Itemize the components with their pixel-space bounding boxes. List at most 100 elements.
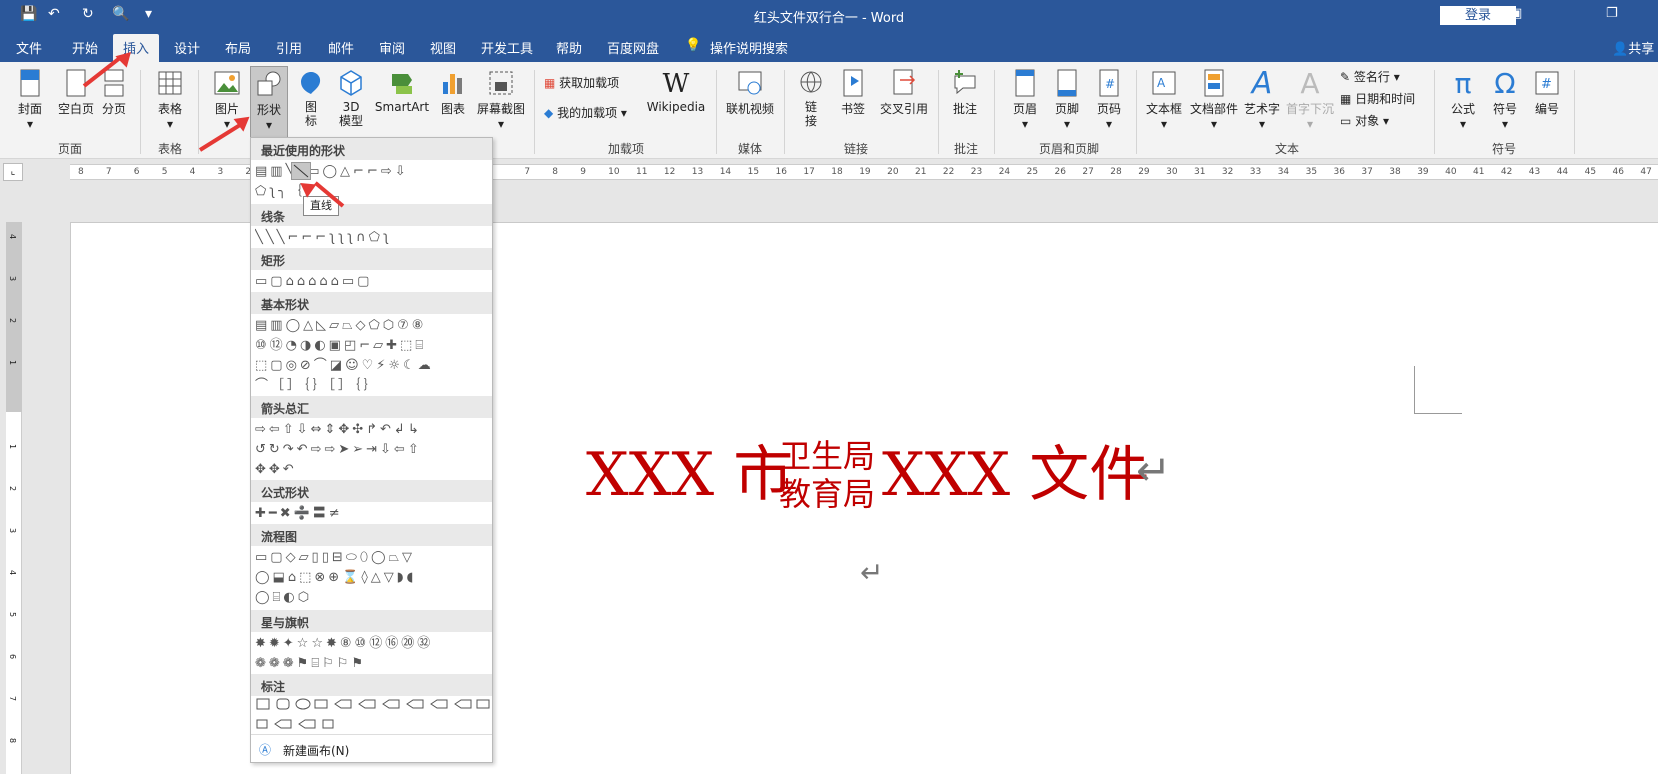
shapes-button[interactable]: 形状 ▾ [250, 66, 288, 138]
chart-button[interactable]: 图表 [436, 68, 470, 117]
shape-row[interactable]: ▭▢⌂⌂⌂⌂⌂▭▢ [255, 272, 491, 292]
globe-link-icon [800, 71, 822, 93]
svg-text:A: A [1157, 76, 1166, 90]
vertical-ruler[interactable]: 4 3 2 1 1 2 3 4 5 6 7 8 [6, 222, 22, 774]
cover-page-button[interactable]: 封面 ▾ [14, 68, 46, 131]
shape-row[interactable]: ⑩⑫◔◑◐▣◰⌐▱✚⬚⌸ [255, 336, 491, 356]
ruler-tick-label: 32 [1221, 167, 1234, 177]
quick-parts-button[interactable]: 文档部件 ▾ [1188, 68, 1240, 131]
tab-references[interactable]: 引用 [276, 38, 302, 57]
tab-selector[interactable]: ⌞ [3, 163, 23, 181]
tab-home[interactable]: 开始 [72, 38, 98, 57]
link-button[interactable]: 链 接 [796, 68, 826, 128]
shape-row[interactable] [255, 696, 491, 739]
tab-developer[interactable]: 开发工具 [481, 38, 533, 57]
new-canvas-button[interactable]: Ⓐ 新建画布(N) [251, 734, 492, 762]
bar-chart-icon [443, 74, 462, 94]
combined-two-lines: 卫生局 教育局 [779, 437, 875, 513]
3d-model-button[interactable]: 3D 模型 [336, 68, 366, 128]
share-label: 共享 [1628, 42, 1655, 57]
shape-row[interactable]: ⬠ʅ╮｛｝ [255, 182, 491, 202]
footer-button[interactable]: 页脚 ▾ [1050, 68, 1084, 131]
page-number-button[interactable]: # 页码 ▾ [1092, 68, 1126, 131]
shape-row[interactable]: ◯⬓⌂⬚⊗⊕⌛◊△▽◗◖ [255, 568, 491, 588]
shape-row[interactable]: ⇨⇦⇧⇩⇔⇕✥✣↱↶↲↳ [255, 420, 491, 440]
screenshot-label: 屏幕截图 [476, 102, 525, 116]
textbox-button[interactable]: A 文本框 ▾ [1142, 68, 1186, 131]
share-button[interactable]: 👤共享 [1612, 38, 1654, 57]
shape-row[interactable]: ✥✥↶ [255, 460, 491, 480]
shape-row[interactable]: ✸✹✦☆☆✸⑧⑩⑫⑯⑳㉜ [255, 634, 491, 654]
ruler-tick-label: 42 [1500, 167, 1513, 177]
tab-review[interactable]: 审阅 [379, 38, 405, 57]
equation-label: 公式 [1450, 102, 1475, 116]
my-addins-button[interactable]: ◆ 我的加载项 ▾ [544, 104, 627, 121]
wikipedia-button[interactable]: W Wikipedia [646, 68, 706, 114]
tab-design[interactable]: 设计 [174, 38, 200, 57]
title-bar: 💾 ↶ ↻ 🔍 ▾ 红头文件双行合一 - Word 登录 ▣ ❐ [0, 0, 1658, 30]
online-video-label: 联机视频 [725, 102, 774, 116]
ruler-tick-label: 14 [719, 167, 732, 177]
wikipedia-icon: W [662, 69, 690, 99]
page-break-button[interactable]: 分页 [98, 68, 130, 117]
page-number-icon: # [1099, 69, 1119, 97]
section-equation-shapes: 公式形状 [251, 480, 492, 502]
tab-file[interactable]: 文件 [16, 38, 42, 57]
ruler-tick-label: 15 [747, 167, 760, 177]
get-addins-button[interactable]: ▦ 获取加载项 [544, 74, 619, 91]
cover-page-label: 封面 [17, 102, 42, 116]
divider [140, 70, 141, 154]
drop-cap-button[interactable]: A 首字下沉 ▾ [1284, 68, 1336, 132]
cross-reference-button[interactable]: 交叉引用 [876, 68, 932, 117]
ruler-tick-label: 23 [970, 167, 983, 177]
ruler-tick-label: 18 [831, 167, 843, 177]
ruler-tick-label: 21 [915, 167, 927, 177]
shapes-icon [257, 71, 281, 96]
online-video-button[interactable]: 联机视频 [724, 68, 776, 117]
ruler-tick-label: 4 [8, 233, 18, 240]
screenshot-button[interactable]: 屏幕截图 ▾ [474, 68, 528, 131]
restore-icon[interactable]: ❐ [1606, 6, 1618, 21]
shape-row[interactable]: ✚━✖➗〓≠ [255, 504, 491, 524]
tab-view[interactable]: 视图 [430, 38, 456, 57]
shape-row[interactable]: ╲╲╲⌐⌐⌐ʅʅʅ∩⬠ʅ [255, 228, 491, 248]
icons-button[interactable]: 图 标 [296, 68, 326, 128]
shape-row[interactable]: ▭▢◇▱▯▯⊟⬭⬯◯⏢▽ [255, 548, 491, 568]
tab-baidu[interactable]: 百度网盘 [607, 38, 659, 57]
symbol-button[interactable]: Ω 符号 ▾ [1488, 68, 1522, 132]
shape-row[interactable]: ⬚▢◎⊘⌒◪☺♡⚡☼☾☁ [255, 356, 491, 376]
shape-row[interactable]: ◯⌸◐⬡ [255, 588, 491, 608]
bookmark-button[interactable]: 书签 [838, 68, 868, 117]
line-shape-highlighted[interactable] [291, 162, 311, 180]
ribbon: 封面 ▾ 空白页 分页 页面 表格 ▾ 表格 图片 ▾ 形状 ▾ 图 标 3D 模型 S… [0, 62, 1658, 159]
ribbon-display-icon[interactable]: ▣ [1510, 6, 1522, 21]
number-button[interactable]: # 编号 [1530, 68, 1564, 117]
tab-help[interactable]: 帮助 [556, 38, 582, 57]
ruler-tick-label: 8 [78, 167, 84, 177]
shape-row[interactable]: ▤▥◯△◺▱⏢◇⬠⬡⑦⑧ [255, 316, 491, 336]
blank-page-button[interactable]: 空白页 [54, 68, 98, 117]
smartart-button[interactable]: SmartArt [374, 68, 430, 114]
ruler-tick-label: 6 [133, 167, 140, 177]
comment-button[interactable]: 批注 [948, 68, 982, 117]
object-button[interactable]: ▭ 对象 ▾ [1340, 112, 1389, 129]
login-button[interactable]: 登录 [1440, 6, 1516, 25]
signature-line-button[interactable]: ✎ 签名行 ▾ [1340, 68, 1400, 85]
picture-icon [214, 71, 240, 95]
tell-me-search[interactable]: 操作说明搜索 [710, 38, 788, 57]
tab-layout[interactable]: 布局 [225, 38, 251, 57]
date-time-button[interactable]: ▦ 日期和时间 [1340, 90, 1415, 107]
table-button[interactable]: 表格 ▾ [152, 68, 188, 131]
shape-row[interactable]: ↺↻↷↶⇨⇨➤➢⇥⇩⇦⇧ [255, 440, 491, 460]
wordart-button[interactable]: A 艺术字 ▾ [1242, 68, 1282, 132]
ruler-tick-label: 6 [8, 653, 18, 660]
ruler-tick-label: 26 [1054, 167, 1066, 177]
header-button[interactable]: 页眉 ▾ [1008, 68, 1042, 131]
shape-row[interactable]: ⌒［］｛｝［］｛｝ [255, 376, 491, 396]
ruler-tick-label: 34 [1277, 167, 1290, 177]
group-text: 文本 [1274, 142, 1299, 156]
equation-button[interactable]: π 公式 ▾ [1446, 68, 1480, 132]
picture-label: 图片 [214, 102, 239, 116]
tab-mailings[interactable]: 邮件 [328, 38, 354, 57]
shape-row[interactable]: ❁❁❁⚑⌸⚐⚐⚑ [255, 654, 491, 674]
